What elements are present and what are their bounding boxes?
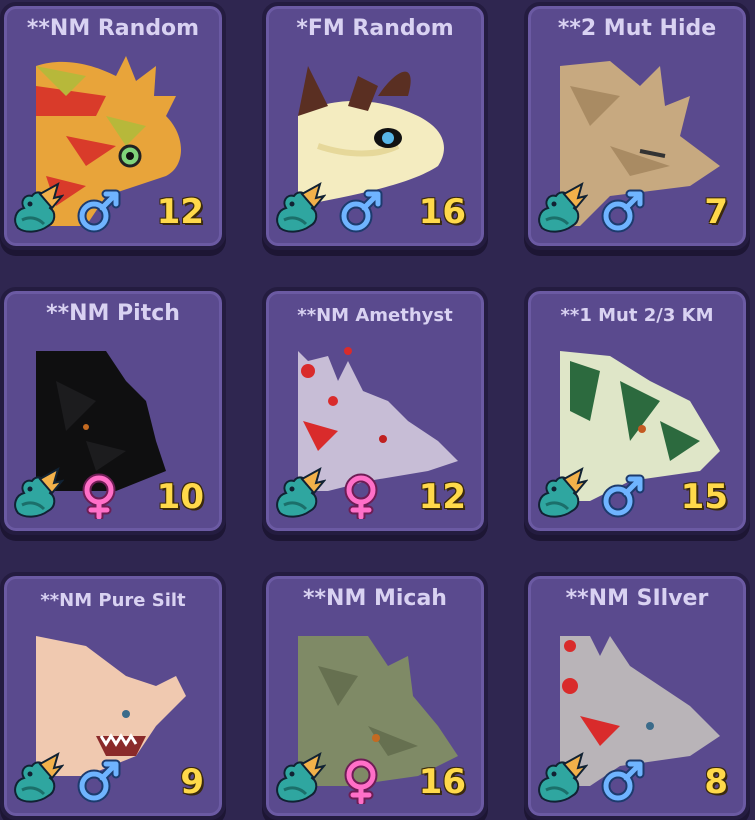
dragon-card[interactable]: *FM Random 16 <box>262 2 488 250</box>
wyvern-species-icon <box>272 180 326 234</box>
female-icon <box>338 758 384 804</box>
dragon-age: 15 <box>680 477 728 517</box>
dragon-age: 8 <box>704 762 728 802</box>
dragon-name: **NM Amethyst <box>297 305 453 326</box>
dragon-name: **2 Mut Hide <box>557 16 717 41</box>
dragon-card[interactable]: **NM Pure Silt 9 <box>0 572 226 820</box>
dragon-card[interactable]: **1 Mut 2/3 KM 15 <box>524 287 750 535</box>
dragon-age: 16 <box>418 762 466 802</box>
dragon-name: **1 Mut 2/3 KM <box>560 305 714 326</box>
dragon-name: **NM Pitch <box>46 301 180 326</box>
wyvern-species-icon <box>534 180 588 234</box>
dragon-age: 9 <box>180 762 204 802</box>
male-icon <box>600 473 646 519</box>
male-icon <box>600 758 646 804</box>
male-icon <box>338 188 384 234</box>
dragon-name: **NM Pure Silt <box>40 590 186 611</box>
male-icon <box>76 758 122 804</box>
dragon-age: 12 <box>156 192 204 232</box>
female-icon <box>76 473 122 519</box>
wyvern-species-icon <box>10 180 64 234</box>
male-icon <box>76 188 122 234</box>
dragon-age: 16 <box>418 192 466 232</box>
dragon-card[interactable]: **NM Amethyst 12 <box>262 287 488 535</box>
wyvern-species-icon <box>10 465 64 519</box>
dragon-age: 12 <box>418 477 466 517</box>
wyvern-species-icon <box>272 750 326 804</box>
dragon-age: 7 <box>704 192 728 232</box>
dragon-card[interactable]: **NM Pitch 10 <box>0 287 226 535</box>
wyvern-species-icon <box>272 465 326 519</box>
dragon-card[interactable]: **NM Random 12 <box>0 2 226 250</box>
dragon-name: *FM Random <box>296 16 454 41</box>
dragon-age: 10 <box>156 477 204 517</box>
dragon-card[interactable]: **NM Micah 16 <box>262 572 488 820</box>
wyvern-species-icon <box>534 465 588 519</box>
wyvern-species-icon <box>534 750 588 804</box>
female-icon <box>338 473 384 519</box>
dragon-card[interactable]: **2 Mut Hide 7 <box>524 2 750 250</box>
dragon-name: **NM SIlver <box>565 586 709 611</box>
dragon-card[interactable]: **NM SIlver 8 <box>524 572 750 820</box>
dragon-name: **NM Random <box>26 16 200 41</box>
male-icon <box>600 188 646 234</box>
dragon-name: **NM Micah <box>303 586 447 611</box>
dragon-grid: **NM Random 12 *FM Random 16 **2 Mut Hid… <box>0 0 755 820</box>
wyvern-species-icon <box>10 750 64 804</box>
